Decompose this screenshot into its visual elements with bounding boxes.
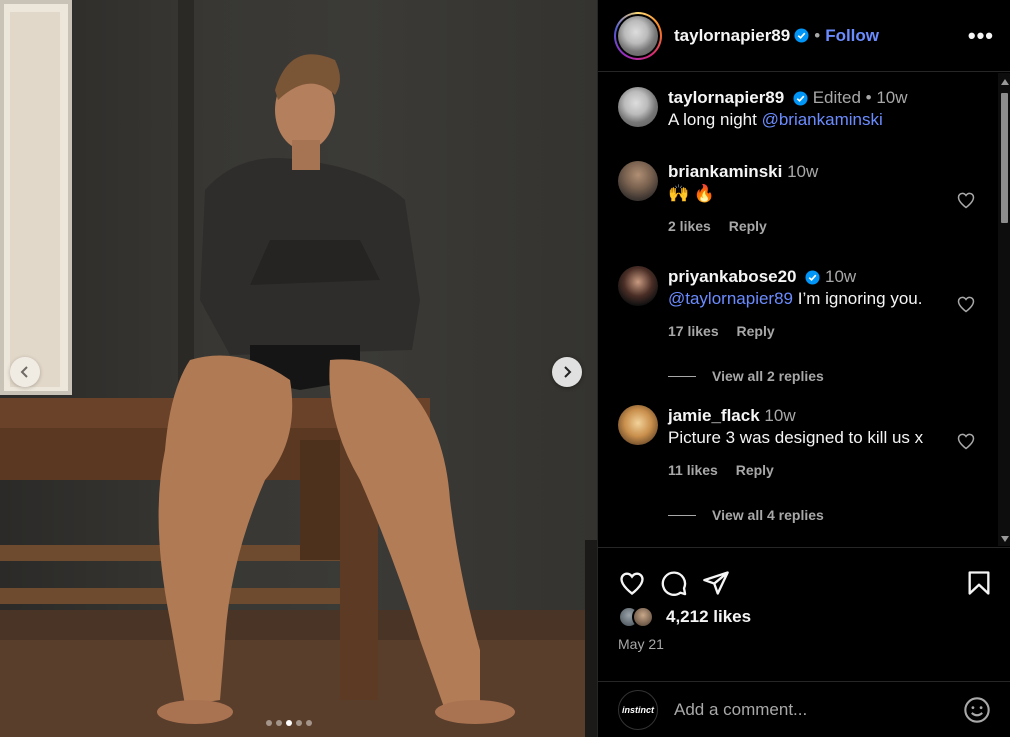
post-actions-bar: [598, 548, 1010, 600]
post-photo-illustration: [0, 0, 597, 737]
comment-time[interactable]: 10w: [825, 267, 856, 286]
likes-summary[interactable]: 4,212 likes: [598, 600, 1010, 628]
carousel-prev-button[interactable]: [10, 357, 40, 387]
current-user-avatar[interactable]: instinct: [618, 690, 658, 730]
comment-time[interactable]: 10w: [787, 162, 818, 181]
author-avatar[interactable]: [618, 15, 658, 56]
view-replies-button[interactable]: View all 4 replies: [668, 507, 824, 523]
comment-time[interactable]: 10w: [764, 406, 795, 425]
add-comment-input[interactable]: Add a comment...: [674, 700, 963, 720]
reply-button[interactable]: Reply: [729, 218, 767, 234]
liker-avatars[interactable]: [618, 606, 662, 628]
post-caption: taylornapier89 Edited • 10w A long night…: [618, 87, 998, 131]
liker-avatar: [632, 606, 654, 628]
scrollbar-thumb[interactable]: [1001, 93, 1008, 223]
post-header: taylornapier89 • Follow •••: [598, 0, 1010, 72]
carousel-dot: [306, 720, 312, 726]
caption-avatar[interactable]: [618, 87, 658, 127]
view-replies-label: View all 4 replies: [712, 507, 824, 523]
commenter-avatar[interactable]: [618, 266, 658, 306]
comment-item: priyankabose20 10w @taylornapier89 I’m i…: [618, 266, 998, 342]
chevron-left-icon: [20, 366, 28, 378]
verified-badge-icon: [805, 270, 820, 285]
add-comment-bar: instinct Add a comment...: [598, 681, 1010, 737]
verified-badge-icon: [794, 28, 809, 43]
follow-button[interactable]: Follow: [825, 26, 879, 46]
caption-username[interactable]: taylornapier89: [668, 88, 784, 107]
comment-text: Picture 3 was designed to kill us x: [668, 428, 924, 447]
comment-like-heart-icon[interactable]: [956, 294, 976, 314]
caption-time[interactable]: 10w: [876, 88, 907, 107]
commenter-avatar[interactable]: [618, 405, 658, 445]
comment-text: 🙌 🔥: [668, 184, 716, 203]
reply-button[interactable]: Reply: [737, 323, 775, 339]
carousel-next-button[interactable]: [552, 357, 582, 387]
caption-dot: •: [865, 88, 872, 107]
view-replies-label: View all 2 replies: [712, 368, 824, 384]
chevron-right-icon: [564, 366, 572, 378]
more-options-button[interactable]: •••: [968, 23, 994, 49]
comment-mention[interactable]: @taylornapier89: [668, 289, 793, 308]
carousel-dot: [276, 720, 282, 726]
scroll-up-arrow-icon[interactable]: [1001, 79, 1009, 85]
commenter-avatar[interactable]: [618, 161, 658, 201]
comment-likes[interactable]: 17 likes: [668, 323, 719, 339]
comment-item: jamie_flack 10w Picture 3 was designed t…: [618, 405, 998, 481]
view-replies-button[interactable]: View all 2 replies: [668, 368, 824, 384]
comments-list[interactable]: taylornapier89 Edited • 10w A long night…: [598, 73, 998, 546]
comment-like-heart-icon[interactable]: [956, 190, 976, 210]
verified-badge-icon: [793, 91, 808, 106]
author-username[interactable]: taylornapier89: [674, 26, 790, 46]
post-actions-section: 4,212 likes May 21 instinct Add a commen…: [598, 547, 1010, 730]
replies-divider: [668, 375, 696, 377]
comments-scrollbar[interactable]: [998, 73, 1010, 546]
carousel-dot: [266, 720, 272, 726]
story-ring[interactable]: [614, 11, 662, 60]
comment-username[interactable]: briankaminski: [668, 162, 782, 181]
share-icon[interactable]: [702, 569, 730, 597]
header-separator: •: [814, 25, 821, 45]
comment-like-heart-icon[interactable]: [956, 431, 976, 451]
edited-label: Edited: [812, 88, 861, 107]
post-date[interactable]: May 21: [598, 628, 1010, 652]
carousel-dot: [296, 720, 302, 726]
comment-username[interactable]: jamie_flack: [668, 406, 760, 425]
heart-icon[interactable]: [618, 569, 646, 597]
caption-mention[interactable]: @briankaminski: [762, 110, 883, 129]
comment-likes[interactable]: 2 likes: [668, 218, 711, 234]
caption-text: A long night: [668, 110, 762, 129]
carousel-dot-active: [286, 720, 292, 726]
carousel-indicator: [266, 720, 312, 726]
post-details-panel: taylornapier89 • Follow ••• taylornapier…: [597, 0, 1010, 737]
emoji-icon[interactable]: [963, 696, 991, 724]
bookmark-icon[interactable]: [965, 569, 993, 597]
scroll-down-arrow-icon[interactable]: [1001, 536, 1009, 542]
replies-divider: [668, 514, 696, 516]
comment-likes[interactable]: 11 likes: [668, 462, 718, 478]
comment-text: I’m ignoring you.: [793, 289, 923, 308]
comment-item: briankaminski 10w 🙌 🔥 2 likes Reply: [618, 161, 998, 237]
likes-count[interactable]: 4,212 likes: [666, 607, 751, 627]
reply-button[interactable]: Reply: [736, 462, 774, 478]
comment-username[interactable]: priyankabose20: [668, 267, 797, 286]
comment-icon[interactable]: [660, 569, 688, 597]
post-image[interactable]: [0, 0, 597, 737]
